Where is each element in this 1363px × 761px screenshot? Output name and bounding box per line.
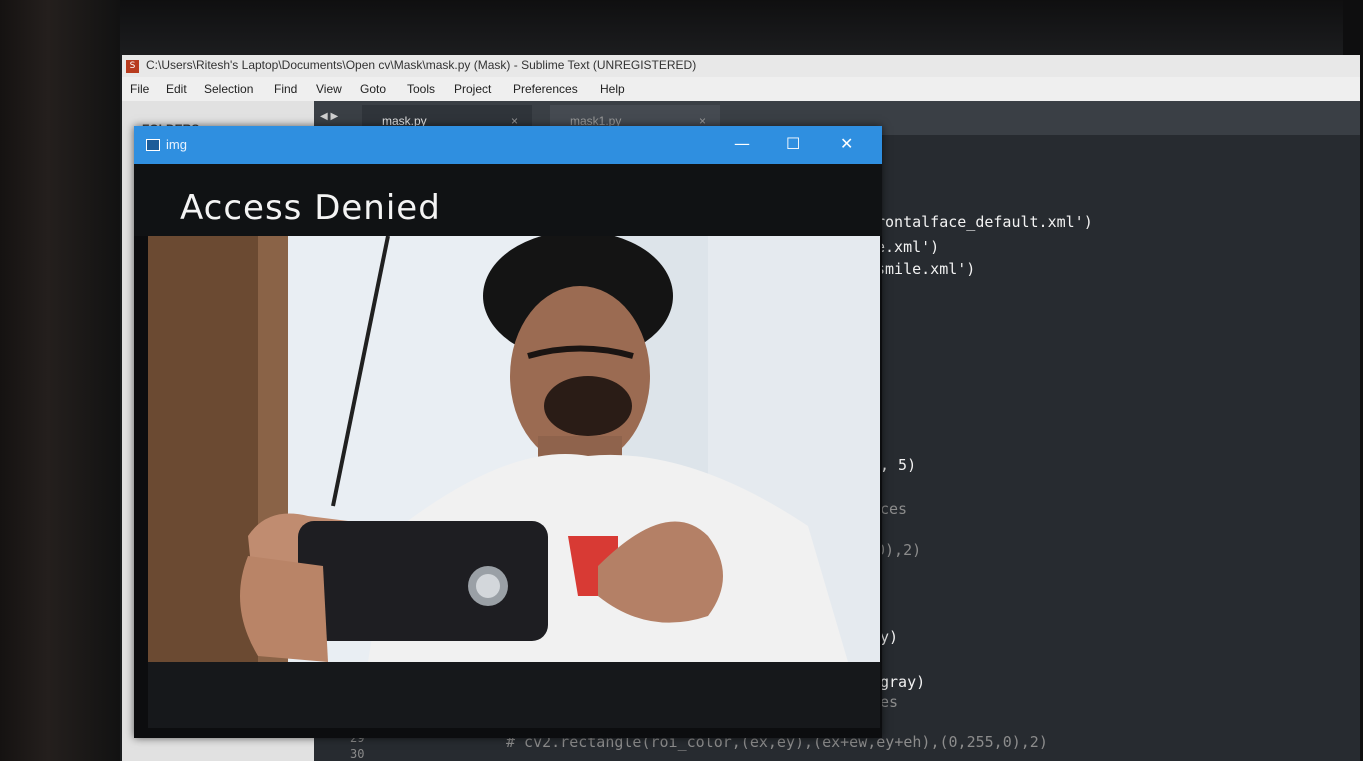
monitor-bezel-left: [0, 0, 120, 761]
sublime-app-icon: S: [126, 60, 139, 73]
menu-view[interactable]: View: [316, 82, 342, 96]
close-icon[interactable]: ✕: [840, 134, 853, 153]
maximize-icon[interactable]: ☐: [786, 134, 800, 153]
code-line: , 5): [880, 456, 917, 474]
menu-edit[interactable]: Edit: [166, 82, 187, 96]
menu-find[interactable]: Find: [274, 82, 297, 96]
access-denied-label: Access Denied: [180, 188, 441, 228]
menu-selection[interactable]: Selection: [204, 82, 253, 96]
menu-goto[interactable]: Goto: [360, 82, 386, 96]
cv-window-titlebar[interactable]: img — ☐ ✕: [134, 126, 882, 164]
code-line: 0),2): [876, 541, 922, 559]
window-titlebar: S C:\Users\Ritesh's Laptop\Documents\Ope…: [122, 55, 1360, 77]
monitor-bezel-top: [0, 0, 1363, 60]
menu-file[interactable]: File: [130, 82, 149, 96]
code-line: gray): [880, 673, 926, 691]
code-line: rontalface_default.xml'): [876, 213, 1093, 231]
menu-bar: File Edit Selection Find View Goto Tools…: [122, 77, 1360, 101]
webcam-photo: [148, 236, 880, 662]
menu-preferences[interactable]: Preferences: [513, 82, 578, 96]
minimize-icon[interactable]: —: [734, 134, 750, 153]
window-icon: [146, 139, 160, 151]
code-line: e.xml'): [876, 238, 940, 256]
menu-help[interactable]: Help: [600, 82, 625, 96]
cv-bottom-band: [148, 662, 880, 728]
tab-scroll-arrows-icon[interactable]: ◀ ▶: [320, 111, 338, 122]
window-title: C:\Users\Ritesh's Laptop\Documents\Open …: [146, 58, 697, 72]
code-line: smile.xml'): [876, 260, 976, 278]
menu-project[interactable]: Project: [454, 82, 491, 96]
opencv-image-window: img — ☐ ✕ Access Denied: [134, 126, 882, 738]
webcam-frame: [148, 236, 880, 662]
menu-tools[interactable]: Tools: [407, 82, 435, 96]
code-line: y): [880, 628, 899, 646]
code-line: es: [880, 693, 899, 711]
cv-window-title: img: [166, 137, 187, 152]
line-number: 30: [350, 747, 365, 761]
code-line: ces: [880, 500, 908, 518]
